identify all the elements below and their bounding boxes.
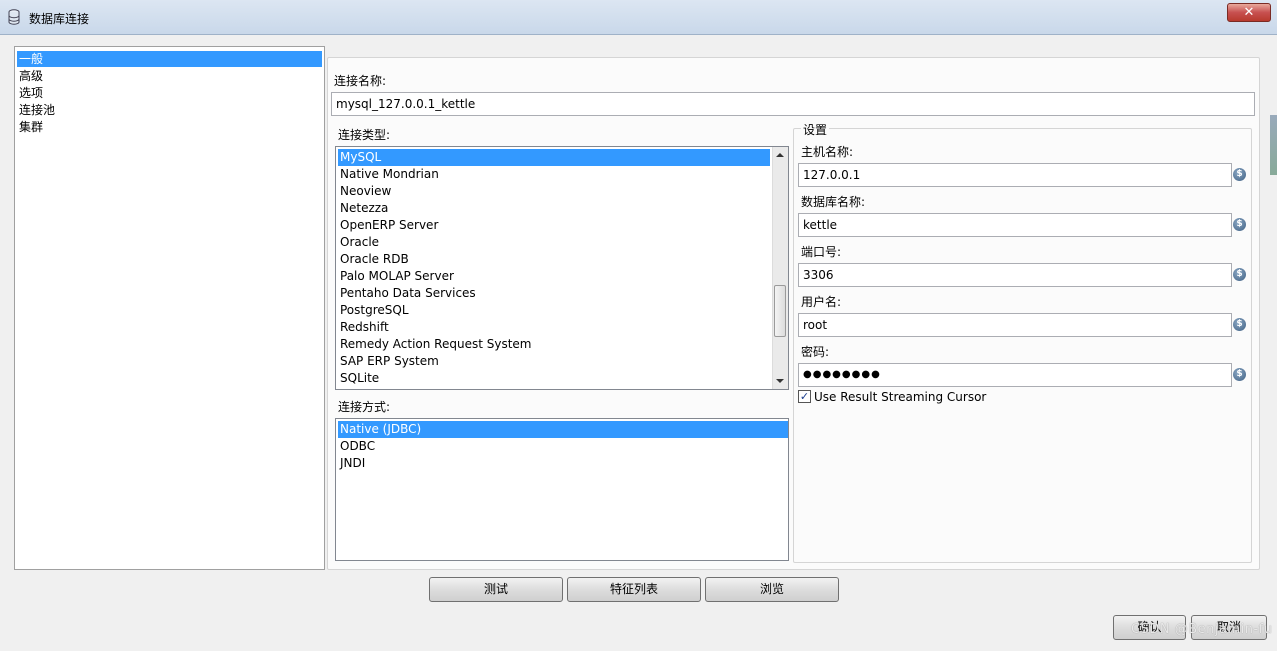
connection-type-item[interactable]: MySQL — [338, 149, 770, 166]
nav-item-cluster[interactable]: 集群 — [17, 119, 322, 135]
connection-name-input[interactable]: mysql_127.0.0.1_kettle — [331, 92, 1255, 116]
connection-type-label: 连接类型: — [338, 128, 391, 142]
browse-button[interactable]: 浏览 — [705, 577, 839, 602]
password-label: 密码: — [801, 345, 830, 359]
watermark: CSDN @Benjamin-fu — [1131, 622, 1273, 637]
connection-type-item[interactable]: SAP ERP System — [338, 353, 770, 370]
connection-type-scrollbar[interactable] — [772, 147, 788, 389]
connection-type-item[interactable]: Pentaho Data Services — [338, 285, 770, 302]
settings-group-label: 设置 — [801, 121, 830, 138]
title-bar: 数据库连接 ✕ — [0, 0, 1277, 35]
feature-list-button[interactable]: 特征列表 — [567, 577, 701, 602]
connection-type-item[interactable]: Palo MOLAP Server — [338, 268, 770, 285]
connection-type-item[interactable]: Neoview — [338, 183, 770, 200]
background-window-edge — [1270, 115, 1277, 175]
username-label: 用户名: — [801, 295, 842, 309]
connection-type-item[interactable]: Remedy Action Request System — [338, 336, 770, 353]
scroll-down-icon[interactable] — [776, 379, 784, 383]
database-icon — [8, 9, 20, 25]
host-label: 主机名称: — [801, 145, 854, 159]
access-item-native-jdbc[interactable]: Native (JDBC) — [338, 421, 788, 438]
variable-icon[interactable]: $ — [1233, 318, 1246, 331]
close-button[interactable]: ✕ — [1227, 3, 1271, 22]
database-name-label: 数据库名称: — [801, 195, 866, 209]
connection-type-item[interactable]: OpenERP Server — [338, 217, 770, 234]
username-input[interactable]: root — [798, 313, 1232, 337]
streaming-cursor-checkbox[interactable]: ✓ — [798, 390, 811, 403]
connection-type-item[interactable]: Oracle RDB — [338, 251, 770, 268]
connection-type-item[interactable]: Oracle — [338, 234, 770, 251]
connection-type-list[interactable]: MySQL Native Mondrian Neoview Netezza OpenER… — [335, 146, 789, 390]
variable-icon[interactable]: $ — [1233, 218, 1246, 231]
database-name-input[interactable]: kettle — [798, 213, 1232, 237]
scroll-thumb[interactable] — [774, 285, 786, 337]
window-title: 数据库连接 — [29, 12, 90, 26]
access-item-odbc[interactable]: ODBC — [338, 438, 788, 455]
port-input[interactable]: 3306 — [798, 263, 1232, 287]
password-input[interactable]: ●●●●●●●● — [798, 363, 1232, 387]
variable-icon[interactable]: $ — [1233, 268, 1246, 281]
access-method-label: 连接方式: — [338, 400, 391, 414]
connection-type-item[interactable]: Redshift — [338, 319, 770, 336]
variable-icon[interactable]: $ — [1233, 168, 1246, 181]
port-label: 端口号: — [801, 245, 842, 259]
test-button[interactable]: 测试 — [429, 577, 563, 602]
host-input[interactable]: 127.0.0.1 — [798, 163, 1232, 187]
access-method-list[interactable]: Native (JDBC) ODBC JNDI — [335, 418, 789, 561]
nav-item-options[interactable]: 选项 — [17, 85, 322, 101]
connection-type-item[interactable]: Netezza — [338, 200, 770, 217]
variable-icon[interactable]: $ — [1233, 368, 1246, 381]
scroll-up-icon[interactable] — [776, 153, 784, 157]
nav-item-pooling[interactable]: 连接池 — [17, 102, 322, 118]
streaming-cursor-label: Use Result Streaming Cursor — [814, 390, 987, 404]
nav-item-advanced[interactable]: 高级 — [17, 68, 322, 84]
connection-type-item[interactable]: SQLite — [338, 370, 770, 387]
connection-type-item[interactable]: Native Mondrian — [338, 166, 770, 183]
nav-item-general[interactable]: 一般 — [17, 51, 322, 67]
settings-nav-list[interactable]: 一般 高级 选项 连接池 集群 — [14, 46, 325, 570]
access-item-jndi[interactable]: JNDI — [338, 455, 788, 472]
connection-type-item[interactable]: PostgreSQL — [338, 302, 770, 319]
connection-name-label: 连接名称: — [334, 74, 387, 88]
